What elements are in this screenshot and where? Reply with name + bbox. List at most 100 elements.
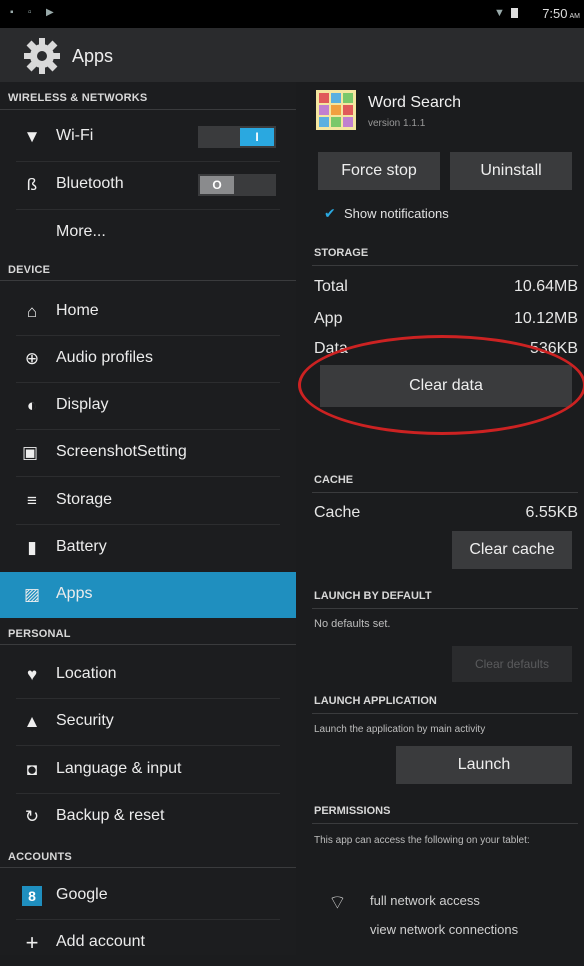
permission-item: view network connections <box>370 922 519 937</box>
sidebar-item-label: Display <box>56 396 109 413</box>
section-header-wireless: WIRELESS & NETWORKS <box>8 92 148 104</box>
cache-label: Cache <box>314 504 361 521</box>
cache-row: Cache 6.55KB <box>314 504 578 522</box>
battery-icon <box>511 8 518 18</box>
sidebar-item-location[interactable]: ♥ Location <box>0 652 296 698</box>
permissions-description: This app can access the following on you… <box>314 835 530 846</box>
app-icon <box>316 90 356 130</box>
backup-icon: ↻ <box>24 807 40 826</box>
section-header-device: DEVICE <box>8 264 51 276</box>
sidebar-item-more[interactable]: More... <box>0 210 296 256</box>
clock: 7:50 AM <box>542 6 580 21</box>
page-title: Apps <box>72 46 114 66</box>
section-header-launch-application: LAUNCH APPLICATION <box>314 695 437 707</box>
sidebar-item-apps[interactable]: ▨ Apps <box>0 572 296 618</box>
app-name: Word Search <box>368 94 462 111</box>
sidebar-item-language-input[interactable]: ◘ Language & input <box>0 747 296 793</box>
divider <box>16 476 280 477</box>
divider <box>0 644 296 645</box>
sidebar-item-label: Security <box>56 712 114 729</box>
audio-profiles-icon: ⊕ <box>24 349 40 368</box>
word-search-icon <box>316 90 356 130</box>
divider <box>312 608 578 609</box>
sidebar-item-google[interactable]: 8 Google <box>0 873 296 919</box>
home-icon: ⌂ <box>26 302 38 321</box>
lock-icon: ▲ <box>23 712 41 731</box>
sidebar-item-label: Battery <box>56 538 107 555</box>
language-icon: ◘ <box>26 760 38 779</box>
sidebar-item-audio-profiles[interactable]: ⊕ Audio profiles <box>0 336 296 382</box>
storage-row-app: App 10.12MB <box>314 310 578 328</box>
play-icon: ▶ <box>46 7 54 18</box>
divider <box>312 492 578 493</box>
show-notifications-label: Show notifications <box>344 206 449 221</box>
app-info-pane: Word Search version 1.1.1 Force stop Uni… <box>296 82 584 955</box>
bluetooth-icon: ß <box>26 175 38 194</box>
no-defaults-text: No defaults set. <box>314 618 391 630</box>
sidebar-item-label: Bluetooth <box>56 175 124 192</box>
sidebar-item-label: Home <box>56 302 99 319</box>
divider <box>312 265 578 266</box>
bluetooth-toggle[interactable]: O <box>198 174 276 196</box>
settings-sidebar: WIRELESS & NETWORKS ▼ Wi-Fi I ß Bluetoot… <box>0 82 296 955</box>
storage-row-total: Total 10.64MB <box>314 278 578 296</box>
sidebar-item-screenshot-setting[interactable]: ▣ ScreenshotSetting <box>0 430 296 476</box>
storage-row-value: 10.12MB <box>513 310 578 327</box>
sidebar-item-label: Apps <box>56 585 93 602</box>
sd-card-icon: ▫ <box>28 7 32 18</box>
section-header-cache: CACHE <box>314 474 354 486</box>
sidebar-item-storage[interactable]: ≡ Storage <box>0 478 296 524</box>
sidebar-item-wifi[interactable]: ▼ Wi-Fi I <box>0 114 296 160</box>
plus-icon: + <box>25 930 39 955</box>
wifi-signal-icon: ▼ <box>494 7 505 19</box>
wifi-toggle[interactable]: I <box>198 126 276 148</box>
storage-row-label: App <box>314 310 343 327</box>
sidebar-item-label: Audio profiles <box>56 349 153 366</box>
section-header-accounts: ACCOUNTS <box>8 851 72 863</box>
launch-button[interactable]: Launch <box>396 746 572 784</box>
divider <box>0 867 296 868</box>
sidebar-item-label: Location <box>56 665 117 682</box>
sidebar-item-add-account[interactable]: + Add account <box>0 920 296 966</box>
section-header-permissions: PERMISSIONS <box>314 805 391 817</box>
sidebar-item-home[interactable]: ⌂ Home <box>0 289 296 335</box>
section-header-storage: STORAGE <box>314 247 369 259</box>
sidebar-item-battery[interactable]: ▮ Battery <box>0 525 296 571</box>
settings-gear-icon[interactable] <box>22 36 62 76</box>
display-icon: ◐ <box>26 396 38 415</box>
clear-defaults-button: Clear defaults <box>452 646 572 682</box>
sidebar-item-security[interactable]: ▲ Security <box>0 699 296 745</box>
location-icon: ♥ <box>26 665 38 684</box>
clear-cache-button[interactable]: Clear cache <box>452 531 572 569</box>
divider <box>0 280 296 281</box>
divider <box>312 823 578 824</box>
sidebar-item-label: Storage <box>56 491 113 508</box>
permission-item: full network access <box>370 893 480 908</box>
storage-row-value: 10.64MB <box>513 278 578 295</box>
app-version: version 1.1.1 <box>368 118 426 129</box>
force-stop-button[interactable]: Force stop <box>318 152 440 190</box>
annotation-circle <box>298 335 584 435</box>
sidebar-item-label: Add account <box>56 933 145 950</box>
uninstall-button[interactable]: Uninstall <box>450 152 572 190</box>
show-notifications-checkbox[interactable]: ✔ <box>324 206 338 220</box>
sidebar-item-label: Wi-Fi <box>56 127 94 144</box>
network-permission-icon: ⌔ <box>328 892 347 914</box>
section-header-launch-by-default: LAUNCH BY DEFAULT <box>314 590 432 602</box>
sidebar-item-label: Backup & reset <box>56 807 165 824</box>
launch-description: Launch the application by main activity <box>314 724 486 735</box>
sidebar-item-display[interactable]: ◐ Display <box>0 383 296 429</box>
sidebar-item-label: More... <box>56 223 106 240</box>
action-bar: Apps <box>0 28 584 82</box>
sidebar-item-label: Google <box>56 886 108 903</box>
cache-value: 6.55KB <box>525 504 578 521</box>
divider <box>16 745 280 746</box>
apps-icon: ▨ <box>23 585 41 604</box>
sidebar-item-bluetooth[interactable]: ß Bluetooth O <box>0 162 296 208</box>
section-header-personal: PERSONAL <box>8 628 71 640</box>
sidebar-item-label: Language & input <box>56 760 182 777</box>
screenshot-icon: ▣ <box>21 443 39 462</box>
divider <box>312 713 578 714</box>
sidebar-item-backup-reset[interactable]: ↻ Backup & reset <box>0 794 296 840</box>
sidebar-item-label: ScreenshotSetting <box>56 443 187 460</box>
